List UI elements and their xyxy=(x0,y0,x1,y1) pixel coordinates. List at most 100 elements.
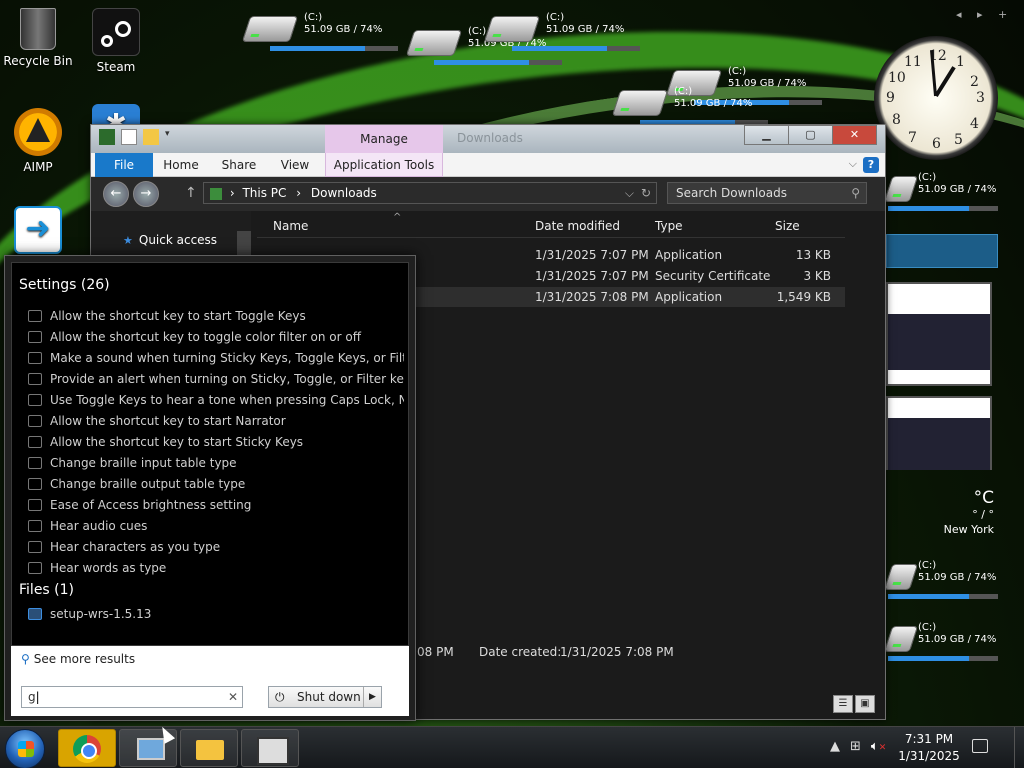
drive-gadget: (C:) 51.09 GB / 74% xyxy=(883,560,1024,604)
nav-quick-access[interactable]: Quick access xyxy=(123,233,217,247)
drive-gadget: (C:) 51.09 GB / 74% xyxy=(241,12,406,56)
shutdown-options-arrow[interactable]: ▶ xyxy=(363,687,381,707)
ribbon-expand-icon[interactable]: ⌵ xyxy=(849,157,857,171)
clock-number: 11 xyxy=(904,54,922,70)
search-icon: ⚲ xyxy=(21,652,30,666)
tab-application-tools[interactable]: Application Tools xyxy=(325,153,443,177)
drive-usage-bar xyxy=(888,594,998,599)
maximize-button[interactable]: ▢ xyxy=(788,125,833,145)
settings-result-item[interactable]: Allow the shortcut key to start Sticky K… xyxy=(28,432,404,453)
file-size: 13 KB xyxy=(795,248,831,262)
settings-item-icon xyxy=(28,478,42,490)
start-orb[interactable] xyxy=(5,729,45,768)
manage-context-tab[interactable]: Manage xyxy=(325,125,443,153)
desktop-icon-steam[interactable]: Steam xyxy=(78,8,154,74)
settings-result-label: Make a sound when turning Sticky Keys, T… xyxy=(50,351,404,365)
settings-result-item[interactable]: Change braille input table type xyxy=(28,453,404,474)
new-folder-icon[interactable] xyxy=(143,129,159,145)
search-icon: ⚲ xyxy=(851,186,860,200)
start-search-input[interactable]: g| ✕ xyxy=(21,686,243,708)
column-size[interactable]: Size xyxy=(775,215,800,237)
drive-label: (C:) xyxy=(918,622,937,633)
system-tray: ▲ ⊞ 🔈︎✕ xyxy=(830,739,886,754)
settings-result-item[interactable]: Hear characters as you type xyxy=(28,537,404,558)
settings-results-heading[interactable]: Settings (26) xyxy=(19,277,110,293)
tab-view[interactable]: View xyxy=(275,153,315,177)
settings-result-item[interactable]: Provide an alert when turning on Sticky,… xyxy=(28,369,404,390)
see-more-label: See more results xyxy=(33,652,136,666)
drive-usage: 51.09 GB / 74% xyxy=(304,24,383,35)
tray-overflow-icon[interactable]: ▲ xyxy=(830,739,840,754)
search-input[interactable]: Search Downloads ⚲ xyxy=(667,182,867,204)
file-result-item[interactable]: setup-wrs-1.5.13 xyxy=(28,604,404,625)
slideshow-thumbnail[interactable] xyxy=(886,396,992,470)
properties-icon[interactable] xyxy=(121,129,137,145)
detail-created-label: Date created: xyxy=(479,645,562,659)
hard-drive-icon xyxy=(883,564,919,590)
column-type[interactable]: Type xyxy=(655,215,683,237)
settings-result-item[interactable]: Hear words as type xyxy=(28,558,404,579)
settings-result-item[interactable]: Ease of Access brightness setting xyxy=(28,495,404,516)
forward-button[interactable]: → xyxy=(133,181,159,207)
network-status-icon[interactable]: ⊞ xyxy=(850,739,861,754)
settings-result-label: Change braille input table type xyxy=(50,456,237,470)
volume-muted-icon[interactable]: 🔈︎✕ xyxy=(871,739,886,754)
address-bar[interactable]: › This PC › Downloads ⌵ ↻ xyxy=(203,182,657,204)
large-icons-view-icon[interactable]: ▣ xyxy=(855,695,875,713)
gadget-nav-arrows[interactable]: ◂ ▸ + xyxy=(956,8,1013,21)
tab-file[interactable]: File xyxy=(95,153,153,177)
taskbar-clock[interactable]: 7:31 PM 1/31/2025 xyxy=(898,731,960,765)
desktop-icon-label: Steam xyxy=(96,60,136,74)
tab-share[interactable]: Share xyxy=(217,153,261,177)
column-date-modified[interactable]: Date modified xyxy=(535,215,620,237)
details-view-icon[interactable]: ☰ xyxy=(833,695,853,713)
action-center-icon[interactable] xyxy=(972,739,988,753)
drive-gadget: (C:) 51.09 GB / 74% xyxy=(883,622,1024,666)
files-results-heading[interactable]: Files (1) xyxy=(19,582,74,598)
shutdown-label: Shut down xyxy=(297,690,361,704)
breadcrumb-this-pc[interactable]: This PC xyxy=(242,186,286,200)
minimize-button[interactable]: ▁ xyxy=(744,125,789,145)
clear-search-icon[interactable]: ✕ xyxy=(228,687,238,707)
explorer-titlebar[interactable]: ▾ Manage Downloads ▁ ▢ ✕ xyxy=(91,125,885,153)
taskbar-file-explorer-icon[interactable] xyxy=(180,729,238,767)
folder-location-icon xyxy=(210,187,222,200)
taskbar-chrome-icon[interactable] xyxy=(58,729,116,767)
close-button[interactable]: ✕ xyxy=(832,125,877,145)
settings-result-item[interactable]: Use Toggle Keys to hear a tone when pres… xyxy=(28,390,404,411)
taskbar-document-icon[interactable] xyxy=(241,729,299,767)
shutdown-button[interactable]: ⏻ Shut down ▶ xyxy=(268,686,382,708)
drive-usage: 51.09 GB / 74% xyxy=(918,634,997,645)
desktop-icon-label: AIMP xyxy=(23,160,53,174)
clock-number: 2 xyxy=(970,74,979,90)
settings-result-item[interactable]: Hear audio cues xyxy=(28,516,404,537)
help-icon[interactable]: ? xyxy=(863,157,879,173)
settings-result-item[interactable]: Allow the shortcut key to start Toggle K… xyxy=(28,306,404,327)
drive-usage: 51.09 GB / 74% xyxy=(918,184,997,195)
see-more-results-link[interactable]: ⚲ See more results xyxy=(21,652,135,666)
settings-result-item[interactable]: Change braille output table type xyxy=(28,474,404,495)
show-desktop-button[interactable] xyxy=(1014,727,1024,768)
settings-item-icon xyxy=(28,541,42,553)
qat-dropdown-icon[interactable]: ▾ xyxy=(165,129,173,145)
settings-item-icon xyxy=(28,520,42,532)
up-button[interactable]: ↑ xyxy=(185,185,197,201)
settings-result-item[interactable]: Allow the shortcut key to start Narrator xyxy=(28,411,404,432)
breadcrumb-downloads[interactable]: Downloads xyxy=(311,186,377,200)
settings-result-label: Hear audio cues xyxy=(50,519,148,533)
back-button[interactable]: ← xyxy=(103,181,129,207)
desktop-icon-recycle-bin[interactable]: Recycle Bin xyxy=(0,8,76,68)
drive-label: (C:) xyxy=(728,66,747,77)
column-name[interactable]: Name xyxy=(273,215,308,237)
settings-item-icon xyxy=(28,499,42,511)
address-dropdown-icon[interactable]: ⌵ xyxy=(625,183,634,203)
settings-item-icon xyxy=(28,373,42,385)
settings-result-item[interactable]: Make a sound when turning Sticky Keys, T… xyxy=(28,348,404,369)
settings-result-item[interactable]: Allow the shortcut key to toggle color f… xyxy=(28,327,404,348)
drive-usage: 51.09 GB / 74% xyxy=(918,572,997,583)
desktop-icon-aimp[interactable]: AIMP xyxy=(0,108,76,174)
refresh-icon[interactable]: ↻ xyxy=(641,183,651,203)
slideshow-thumbnail[interactable] xyxy=(886,282,992,386)
desktop-icon-shortcut[interactable]: ➜ xyxy=(0,206,76,258)
tab-home[interactable]: Home xyxy=(159,153,203,177)
